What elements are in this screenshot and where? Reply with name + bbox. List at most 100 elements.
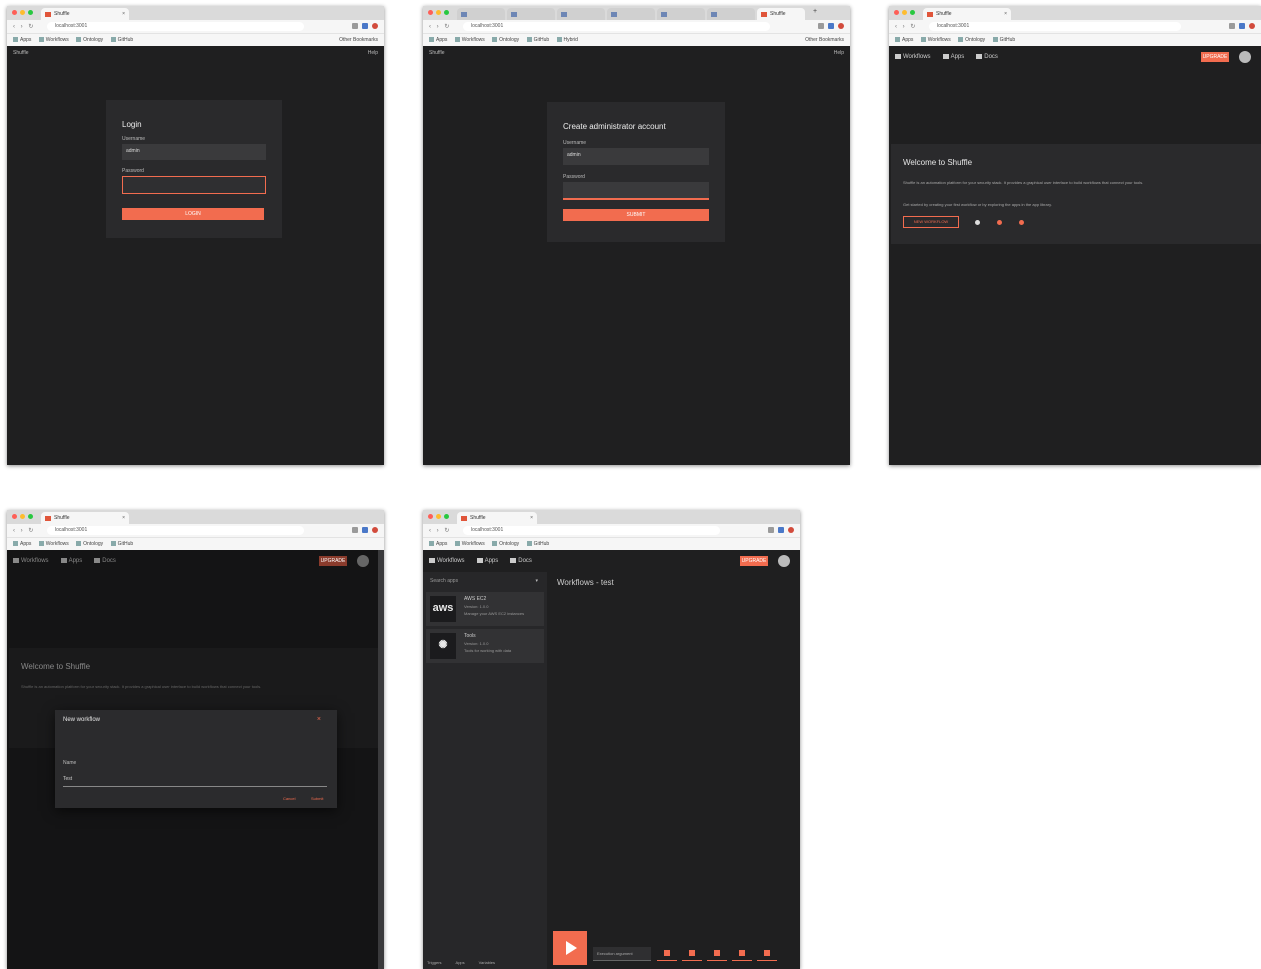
nav-apps[interactable]: Apps xyxy=(476,557,498,564)
tab-triggers[interactable]: Triggers xyxy=(427,960,442,965)
other-bookmarks[interactable]: Other Bookmarks xyxy=(805,34,844,46)
discord-icon[interactable] xyxy=(975,220,980,225)
minimize-window-dot[interactable] xyxy=(436,10,441,15)
nav-workflows[interactable]: Workflows xyxy=(13,557,49,564)
maximize-window-dot[interactable] xyxy=(28,10,33,15)
tab-variables[interactable]: Variables xyxy=(479,960,495,965)
bookmark[interactable]: GitHub xyxy=(526,538,549,550)
close-window-dot[interactable] xyxy=(12,10,17,15)
nav-buttons[interactable]: ‹ › ↻ xyxy=(429,23,451,30)
help-link[interactable]: Help xyxy=(834,50,844,56)
bookmark[interactable]: Apps xyxy=(13,34,31,46)
profile-avatar-icon[interactable] xyxy=(1249,23,1255,29)
bookmark[interactable]: Apps xyxy=(429,538,447,550)
bookmark[interactable]: GitHub xyxy=(526,34,549,46)
extension-icon[interactable] xyxy=(1239,23,1245,29)
scrollbar[interactable] xyxy=(378,550,384,969)
nav-buttons[interactable]: ‹ › ↻ xyxy=(895,23,917,30)
browser-tab[interactable] xyxy=(507,8,555,20)
minimize-window-dot[interactable] xyxy=(20,10,25,15)
login-button[interactable]: LOGIN xyxy=(122,208,264,220)
upgrade-button[interactable]: UPGRADE xyxy=(1201,52,1229,62)
address-bar[interactable]: localhost:3001 xyxy=(463,526,720,535)
tab-close-icon[interactable]: × xyxy=(1004,11,1007,17)
close-window-dot[interactable] xyxy=(428,514,433,519)
zoom-icon[interactable] xyxy=(682,946,702,961)
bookmark[interactable]: Ontology xyxy=(492,538,519,550)
nav-buttons[interactable]: ‹ › ↻ xyxy=(429,527,451,534)
execution-argument-input[interactable]: Execution argument xyxy=(593,947,651,961)
other-bookmarks[interactable]: Other Bookmarks xyxy=(339,34,378,46)
profile-avatar-icon[interactable] xyxy=(372,23,378,29)
tab-apps[interactable]: Apps xyxy=(456,960,465,965)
new-workflow-button[interactable]: NEW WORKFLOW xyxy=(903,216,959,228)
nav-workflows[interactable]: Workflows xyxy=(895,53,931,60)
execute-play-icon[interactable] xyxy=(553,931,587,965)
browser-tab-active[interactable]: Shuffle xyxy=(757,8,805,20)
tab-close-icon[interactable]: × xyxy=(122,515,125,521)
app-search-input[interactable]: Search apps ▾ xyxy=(426,574,544,588)
app-card[interactable]: ✺ Tools Version: 1.0.0 Tools for working… xyxy=(426,629,544,663)
nav-docs[interactable]: Docs xyxy=(976,53,998,60)
address-bar[interactable]: localhost:3001 xyxy=(929,22,1181,31)
save-icon[interactable] xyxy=(657,946,677,961)
browser-tab[interactable]: Shuffle × xyxy=(457,512,537,524)
help-link[interactable]: Help xyxy=(368,50,378,56)
upgrade-button[interactable]: UPGRADE xyxy=(319,556,347,566)
cancel-button[interactable]: Cancel xyxy=(283,796,295,801)
address-bar[interactable]: localhost:3001 xyxy=(463,22,770,31)
browser-tab[interactable] xyxy=(557,8,605,20)
maximize-window-dot[interactable] xyxy=(444,514,449,519)
bookmark[interactable]: Apps xyxy=(895,34,913,46)
tab-close-icon[interactable]: × xyxy=(122,11,125,17)
user-avatar-icon[interactable] xyxy=(778,555,790,567)
username-field[interactable]: admin xyxy=(563,148,709,165)
bookmark[interactable]: Workflows xyxy=(38,538,69,550)
user-avatar-icon[interactable] xyxy=(357,555,369,567)
workflow-name-input[interactable]: Test xyxy=(63,776,327,787)
submit-button[interactable]: SUBMIT xyxy=(563,209,709,221)
extension-icon[interactable] xyxy=(1229,23,1235,29)
username-field[interactable]: admin xyxy=(122,144,266,160)
password-field[interactable] xyxy=(563,182,709,200)
extension-icon[interactable] xyxy=(778,527,784,533)
close-window-dot[interactable] xyxy=(894,10,899,15)
tab-close-icon[interactable]: × xyxy=(530,515,533,521)
nav-docs[interactable]: Docs xyxy=(510,557,532,564)
bookmark[interactable]: GitHub xyxy=(110,34,133,46)
minimize-window-dot[interactable] xyxy=(902,10,907,15)
bookmark[interactable]: Workflows xyxy=(920,34,951,46)
add-icon[interactable] xyxy=(732,946,752,961)
profile-avatar-icon[interactable] xyxy=(788,527,794,533)
maximize-window-dot[interactable] xyxy=(910,10,915,15)
minimize-window-dot[interactable] xyxy=(436,514,441,519)
address-bar[interactable]: localhost:3001 xyxy=(47,526,304,535)
browser-tab[interactable]: Shuffle × xyxy=(923,8,1011,20)
extension-icon[interactable] xyxy=(818,23,824,29)
bookmark[interactable]: Ontology xyxy=(76,34,103,46)
nav-buttons[interactable]: ‹ › ↻ xyxy=(13,23,35,30)
close-window-dot[interactable] xyxy=(428,10,433,15)
extension-icon[interactable] xyxy=(352,23,358,29)
nav-buttons[interactable]: ‹ › ↻ xyxy=(13,527,35,534)
nav-workflows[interactable]: Workflows xyxy=(429,557,465,564)
twitter-icon[interactable] xyxy=(997,220,1002,225)
extension-icon[interactable] xyxy=(362,527,368,533)
bookmark[interactable]: Workflows xyxy=(454,538,485,550)
bookmark[interactable]: Apps xyxy=(13,538,31,550)
extension-icon[interactable] xyxy=(352,527,358,533)
submit-button[interactable]: Submit xyxy=(311,796,323,801)
profile-avatar-icon[interactable] xyxy=(838,23,844,29)
close-window-dot[interactable] xyxy=(12,514,17,519)
bookmark[interactable]: GitHub xyxy=(110,538,133,550)
app-card[interactable]: aws AWS EC2 Version: 1.0.0 Manage your A… xyxy=(426,592,544,626)
profile-avatar-icon[interactable] xyxy=(372,527,378,533)
brand-link[interactable]: Shuffle xyxy=(13,50,28,56)
github-icon[interactable] xyxy=(1019,220,1024,225)
minimize-window-dot[interactable] xyxy=(20,514,25,519)
browser-tab[interactable] xyxy=(607,8,655,20)
bookmark[interactable]: Ontology xyxy=(492,34,519,46)
settings-icon[interactable] xyxy=(757,946,777,961)
close-icon[interactable]: × xyxy=(317,716,321,723)
nav-docs[interactable]: Docs xyxy=(94,557,116,564)
